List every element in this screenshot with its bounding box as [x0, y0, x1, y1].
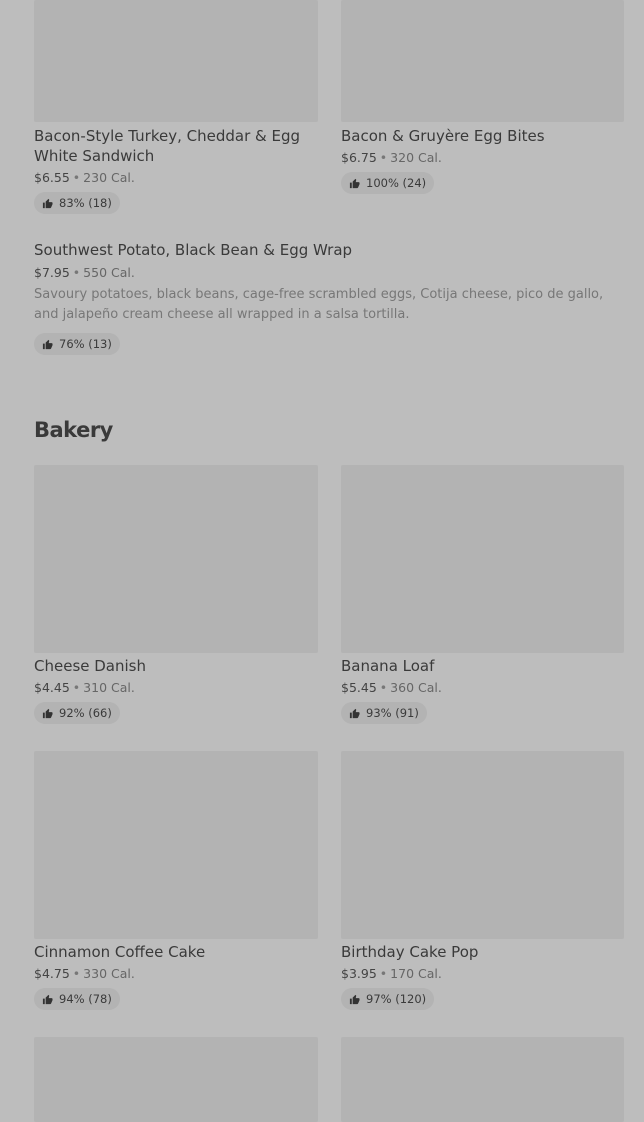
item-meta: $3.95 • 170 Cal.	[341, 965, 625, 982]
item-price: $4.75	[34, 966, 70, 981]
item-calories: 170 Cal.	[390, 966, 442, 981]
item-name: Birthday Cake Pop	[341, 943, 479, 961]
item-calories: 550 Cal.	[83, 265, 135, 280]
item-price: $6.55	[34, 170, 70, 185]
rating-badge: 94% (78)	[34, 988, 120, 1010]
item-price: $6.75	[341, 150, 377, 165]
rating-text: 94% (78)	[59, 992, 112, 1006]
rating-badge: 93% (91)	[341, 702, 427, 724]
separator-dot: •	[379, 150, 388, 165]
item-image[interactable]	[341, 751, 624, 939]
thumbs-up-icon	[349, 178, 360, 188]
menu-item-card[interactable]: Cheese Danish $4.45 • 310 Cal. 92% (66)	[34, 656, 318, 724]
item-meta: $6.75 • 320 Cal.	[341, 149, 625, 166]
rating-badge: 92% (66)	[34, 702, 120, 724]
item-image[interactable]	[341, 465, 624, 653]
item-meta: $5.45 • 360 Cal.	[341, 679, 625, 696]
item-name: Southwest Potato, Black Bean & Egg Wrap	[34, 241, 353, 259]
item-image[interactable]	[34, 0, 318, 122]
menu-item-card[interactable]: Banana Loaf $5.45 • 360 Cal. 93% (91)	[341, 656, 625, 724]
thumbs-up-icon	[42, 994, 53, 1004]
rating-text: 93% (91)	[366, 706, 419, 720]
rating-text: 76% (13)	[59, 337, 112, 351]
thumbs-up-icon	[42, 198, 53, 208]
rating-badge: 76% (13)	[34, 333, 120, 355]
item-price: $7.95	[34, 265, 70, 280]
rating-text: 92% (66)	[59, 706, 112, 720]
separator-dot: •	[72, 966, 81, 981]
thumbs-up-icon	[349, 708, 360, 718]
item-name: Bacon-Style Turkey, Cheddar & Egg White …	[34, 127, 300, 165]
item-price: $3.95	[341, 966, 377, 981]
item-name: Cinnamon Coffee Cake	[34, 943, 206, 961]
item-image[interactable]	[341, 1037, 624, 1122]
rating-badge: 100% (24)	[341, 172, 435, 194]
menu-item-card[interactable]: Cinnamon Coffee Cake $4.75 • 330 Cal. 94% …	[34, 942, 318, 1010]
separator-dot: •	[379, 680, 388, 695]
thumbs-up-icon	[349, 994, 360, 1004]
item-meta: $4.75 • 330 Cal.	[34, 965, 318, 982]
thumbs-up-icon	[42, 708, 53, 718]
rating-badge: 97% (120)	[341, 988, 435, 1010]
item-calories: 360 Cal.	[390, 680, 442, 695]
thumbs-up-icon	[42, 339, 53, 349]
item-image[interactable]	[34, 751, 318, 939]
item-calories: 320 Cal.	[390, 150, 442, 165]
item-description: Savoury potatoes, black beans, cage-free…	[34, 287, 604, 322]
item-meta: $4.45 • 310 Cal.	[34, 679, 318, 696]
item-price: $5.45	[341, 680, 377, 695]
item-meta: $7.95 • 550 Cal.	[34, 264, 624, 281]
item-image[interactable]	[34, 1037, 318, 1122]
separator-dot: •	[379, 966, 388, 981]
separator-dot: •	[72, 680, 81, 695]
item-name: Cheese Danish	[34, 657, 146, 675]
rating-text: 83% (18)	[59, 196, 112, 210]
rating-text: 100% (24)	[366, 176, 427, 190]
separator-dot: •	[72, 265, 81, 280]
section-title: Bakery	[34, 418, 113, 442]
separator-dot: •	[72, 170, 81, 185]
item-image[interactable]	[34, 465, 318, 653]
item-name: Bacon & Gruyère Egg Bites	[341, 127, 545, 145]
rating-badge: 83% (18)	[34, 192, 120, 214]
menu-item-card[interactable]: Southwest Potato, Black Bean & Egg Wrap …	[34, 240, 624, 355]
item-price: $4.45	[34, 680, 70, 695]
item-image[interactable]	[341, 0, 624, 122]
item-calories: 310 Cal.	[83, 680, 135, 695]
item-calories: 330 Cal.	[83, 966, 135, 981]
menu-item-card[interactable]: Birthday Cake Pop $3.95 • 170 Cal. 97% (12…	[341, 942, 625, 1010]
item-calories: 230 Cal.	[83, 170, 135, 185]
menu-item-card[interactable]: Bacon & Gruyère Egg Bites $6.75 • 320 Cal.…	[341, 126, 625, 194]
item-meta: $6.55 • 230 Cal.	[34, 169, 318, 186]
item-name: Banana Loaf	[341, 657, 435, 675]
rating-text: 97% (120)	[366, 992, 427, 1006]
menu-item-card[interactable]: Bacon-Style Turkey, Cheddar & Egg White …	[34, 126, 318, 214]
